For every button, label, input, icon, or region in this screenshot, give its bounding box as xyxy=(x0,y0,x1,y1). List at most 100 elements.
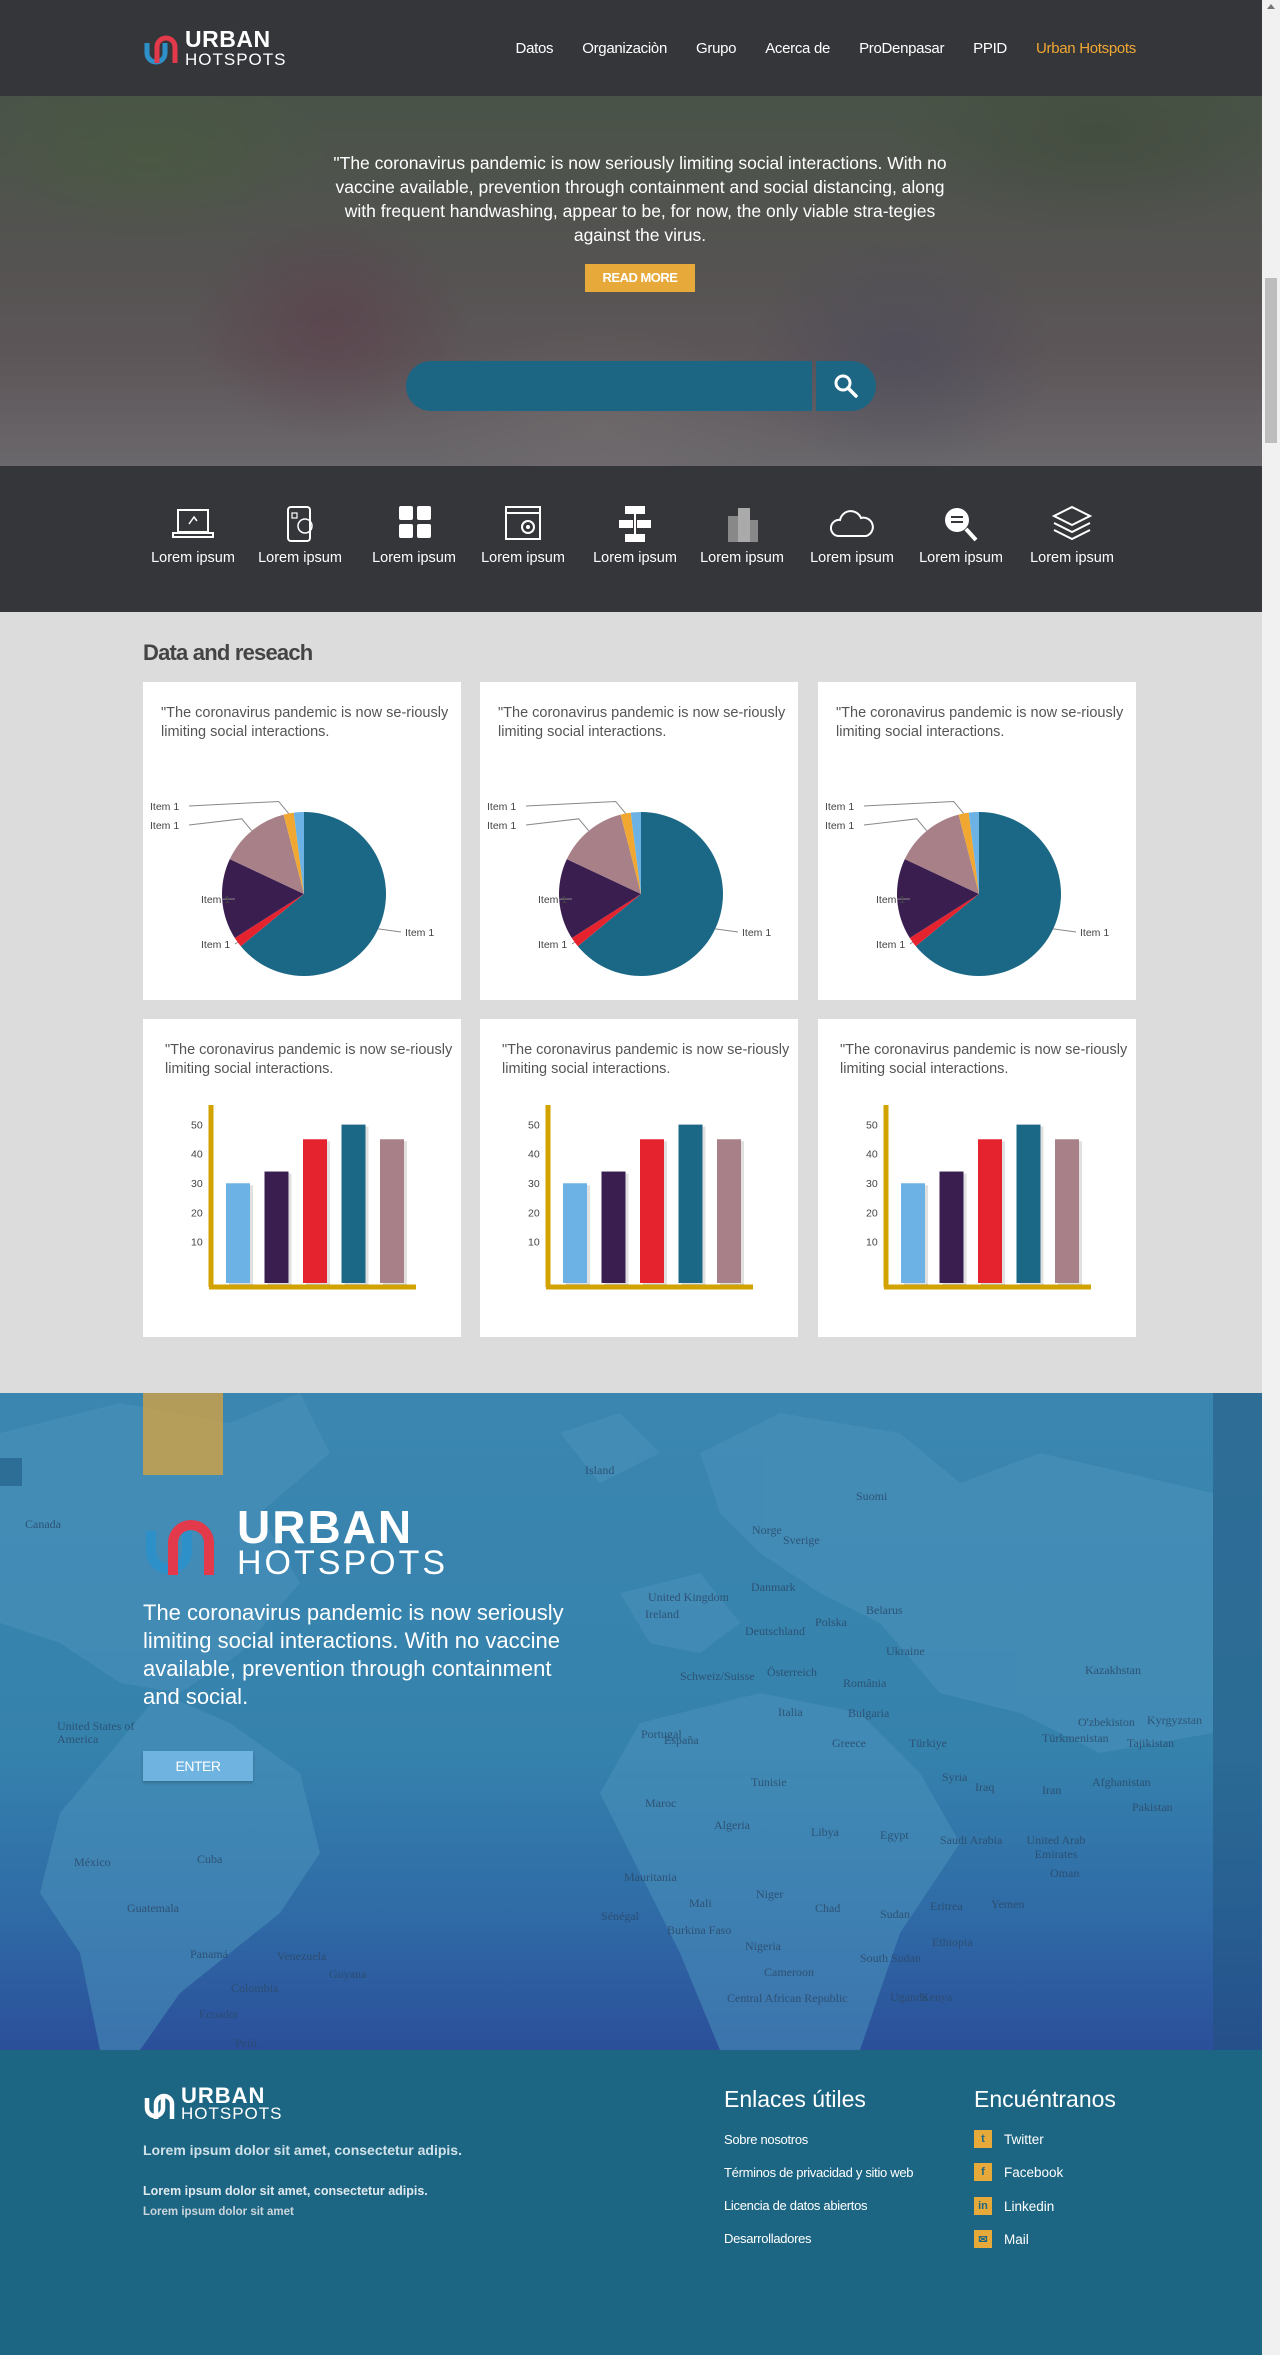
social-title: Encuéntranos xyxy=(974,2086,1116,2112)
pie-chart-card[interactable]: "The coronavirus pandemic is now se-riou… xyxy=(143,682,461,1000)
map-label: Tunisie xyxy=(751,1775,787,1789)
layers-icon xyxy=(1051,505,1093,541)
pie-label: Item 1 xyxy=(742,927,771,939)
bar[interactable] xyxy=(678,1124,703,1283)
footer-logo[interactable]: URBAN HOTSPOTS xyxy=(143,2085,283,2122)
pie-leader-line xyxy=(188,800,290,814)
footer-link[interactable]: Licencia de datos abiertos xyxy=(724,2198,868,2213)
bar[interactable] xyxy=(1016,1124,1041,1283)
nav-item-acerca-de[interactable]: Acerca de xyxy=(765,40,830,57)
social-link-facebook[interactable]: f Facebook xyxy=(974,2163,1063,2181)
enter-button[interactable]: ENTER xyxy=(143,1751,253,1781)
y-tick-label: 30 xyxy=(866,1178,878,1190)
urban-hotspots-logo-mark xyxy=(144,2093,175,2119)
pie-label: Item 1 xyxy=(201,894,230,906)
bar[interactable] xyxy=(1055,1139,1079,1283)
map-label: Chad xyxy=(815,1901,841,1915)
map-ribbon xyxy=(143,1393,223,1475)
social-label: Linkedin xyxy=(1004,2198,1055,2214)
bar[interactable] xyxy=(978,1139,1002,1283)
cloud-icon xyxy=(829,510,874,537)
nav-item-organizacion[interactable]: Organizaciòn xyxy=(582,40,667,57)
map-side-panel xyxy=(1213,1393,1262,2050)
footer: URBAN HOTSPOTS Lorem ipsum dolor sit ame… xyxy=(0,2050,1262,2355)
map-label: Mali xyxy=(689,1896,712,1910)
read-more-button[interactable]: READ MORE xyxy=(585,264,695,292)
top-navbar: URBAN HOTSPOTS Datos Organizaciòn Grupo … xyxy=(0,0,1262,96)
bar[interactable] xyxy=(601,1171,626,1283)
bar[interactable] xyxy=(264,1171,289,1283)
pie-chart-card[interactable]: "The coronavirus pandemic is now se-riou… xyxy=(480,682,798,1000)
category-item[interactable]: Lorem ipsum xyxy=(1022,504,1122,566)
y-tick-label: 50 xyxy=(866,1119,878,1131)
bar-chart-card[interactable]: "The coronavirus pandemic is now se-riou… xyxy=(818,1019,1136,1337)
map-label: Syria xyxy=(942,1770,968,1784)
category-item[interactable]: Lorem ipsum xyxy=(250,504,350,566)
bar[interactable] xyxy=(640,1139,664,1283)
mail-icon: ✉ xyxy=(974,2230,992,2248)
scrollbar-thumb[interactable] xyxy=(1265,278,1277,443)
search-button[interactable] xyxy=(816,361,876,411)
category-item[interactable]: Lorem ipsum xyxy=(473,504,573,566)
nav-item-grupo[interactable]: Grupo xyxy=(696,40,737,57)
category-item[interactable]: Lorem ipsum xyxy=(364,504,464,566)
map-label: Kazakhstan xyxy=(1085,1663,1141,1677)
category-label: Lorem ipsum xyxy=(593,550,677,566)
y-tick-label: 40 xyxy=(191,1149,203,1161)
map-label: Suomi xyxy=(856,1489,888,1503)
category-item[interactable]: Lorem ipsum xyxy=(585,504,685,566)
map-label: Central African Republic xyxy=(727,1991,848,2005)
pie-label: Item 1 xyxy=(538,894,567,906)
nav-item-urban-hotspots[interactable]: Urban Hotspots xyxy=(1036,40,1136,57)
map-collapse-tab[interactable] xyxy=(0,1458,22,1486)
bar[interactable] xyxy=(303,1139,327,1283)
footer-link[interactable]: Sobre nosotros xyxy=(724,2132,808,2147)
map-label: Canada xyxy=(25,1517,61,1531)
footer-link[interactable]: Términos de privacidad y sitio web xyxy=(724,2165,914,2180)
map-label: Colombia xyxy=(231,1981,279,1995)
map-label: Tajikistan xyxy=(1127,1736,1175,1750)
bar-chart-card[interactable]: "The coronavirus pandemic is now se-riou… xyxy=(480,1019,798,1337)
footer-link[interactable]: Desarrolladores xyxy=(724,2231,812,2246)
y-tick-label: 20 xyxy=(866,1207,878,1219)
bar[interactable] xyxy=(341,1124,366,1283)
search-input[interactable] xyxy=(406,361,812,411)
pie-chart-card[interactable]: "The coronavirus pandemic is now se-riou… xyxy=(818,682,1136,1000)
brand-logo[interactable]: URBAN HOTSPOTS xyxy=(143,28,287,68)
map-label: Island xyxy=(585,1463,615,1477)
bar[interactable] xyxy=(717,1139,741,1283)
map-label: Algeria xyxy=(714,1818,750,1832)
page-scrollbar[interactable] xyxy=(1262,0,1280,2355)
map-label: Belarus xyxy=(866,1603,903,1617)
category-label: Lorem ipsum xyxy=(151,550,235,566)
map-label: Cuba xyxy=(197,1852,223,1866)
bar[interactable] xyxy=(380,1139,404,1283)
category-item[interactable]: Lorem ipsum xyxy=(911,504,1011,566)
bar[interactable] xyxy=(563,1183,587,1283)
category-item[interactable]: Lorem ipsum xyxy=(143,504,243,566)
social-link-twitter[interactable]: t Twitter xyxy=(974,2130,1044,2148)
map-label: Eritrea xyxy=(930,1899,963,1913)
scroll-up-icon[interactable] xyxy=(1267,4,1275,9)
bar-chart-card[interactable]: "The coronavirus pandemic is now se-riou… xyxy=(143,1019,461,1337)
category-item[interactable]: Lorem ipsum xyxy=(802,504,902,566)
y-tick-label: 30 xyxy=(191,1178,203,1190)
map-label: Burkina Faso xyxy=(667,1923,732,1937)
nav-item-ppid[interactable]: PPID xyxy=(973,40,1007,57)
pie-chart: Item 1 Item 1 Item 1 Item 1 Item 1 xyxy=(150,800,434,976)
map-label: Kyrgyzstan xyxy=(1147,1713,1203,1727)
footer-text: Lorem ipsum dolor sit amet, consectetur … xyxy=(143,2184,428,2198)
y-tick-label: 50 xyxy=(191,1119,203,1131)
category-item[interactable]: Lorem ipsum xyxy=(692,504,792,566)
map-label: United Arab Emirates xyxy=(1026,1833,1086,1861)
hero-quote: "The coronavirus pandemic is now serious… xyxy=(333,153,947,245)
social-link-linkedin[interactable]: in Linkedin xyxy=(974,2197,1054,2215)
social-label: Twitter xyxy=(1004,2131,1044,2147)
bar[interactable] xyxy=(939,1171,964,1283)
nav-item-datos[interactable]: Datos xyxy=(516,40,554,57)
social-link-mail[interactable]: ✉ Mail xyxy=(974,2230,1029,2248)
bar[interactable] xyxy=(901,1183,925,1283)
map-label: Türkmenistan xyxy=(1042,1731,1109,1745)
nav-item-prodenpasar[interactable]: ProDenpasar xyxy=(859,40,944,57)
bar[interactable] xyxy=(226,1183,250,1283)
